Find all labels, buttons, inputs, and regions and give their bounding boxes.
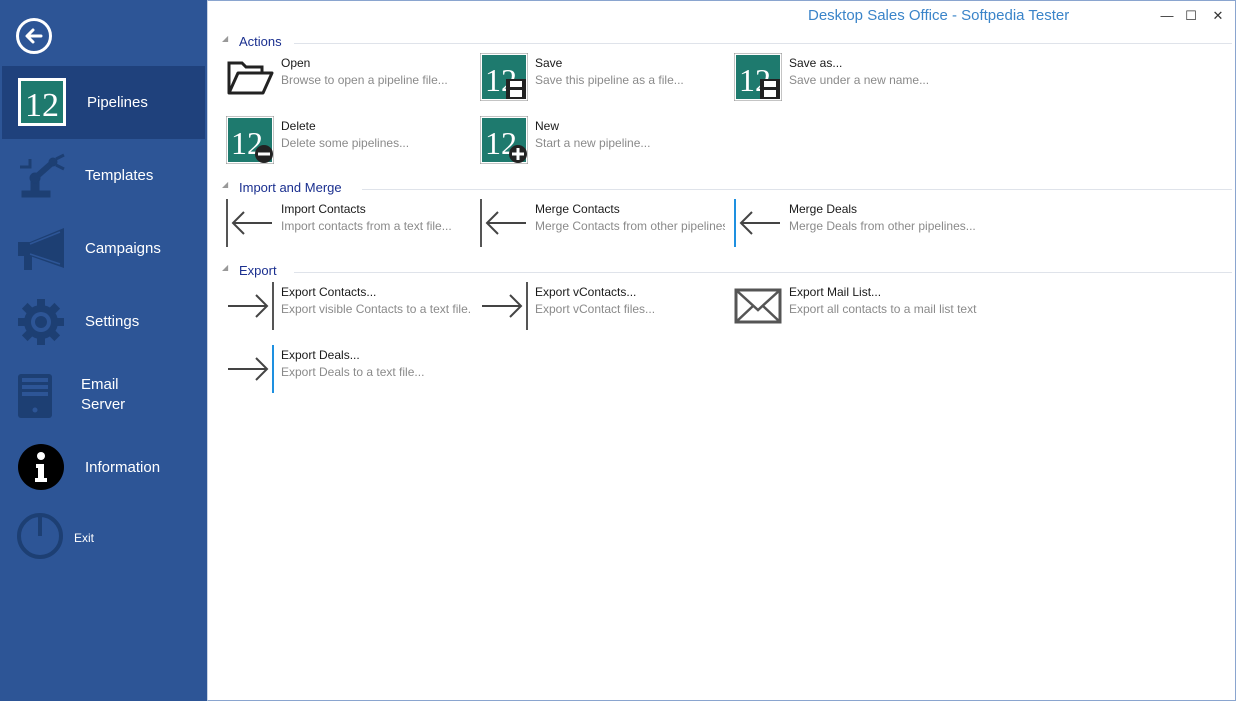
main-panel: Desktop Sales Office - Softpedia Tester … <box>207 0 1236 701</box>
tile-description: Save under a new name... <box>789 73 930 87</box>
tile-description: Export vContact files... <box>535 302 656 316</box>
tile-description: Export all contacts to a mail list text … <box>789 302 979 316</box>
back-button[interactable] <box>16 18 52 54</box>
group-title: Import and Merge <box>239 180 342 195</box>
tile-title: Merge Deals <box>789 202 858 216</box>
tile-import-contacts[interactable]: Import Contacts Import contacts from a t… <box>226 199 476 251</box>
pipeline-delete-icon: 12 <box>226 116 274 164</box>
tile-save[interactable]: 12 Save Save this pipeline as a file... <box>480 53 730 105</box>
group-header-export[interactable]: ◢ Export <box>222 263 1232 281</box>
tile-description: Export visible Contacts to a text file..… <box>281 302 471 316</box>
info-icon <box>18 444 64 490</box>
maximize-button[interactable]: ☐ <box>1182 7 1200 25</box>
tile-title: Delete <box>281 119 316 133</box>
tile-description: Merge Deals from other pipelines... <box>789 219 976 233</box>
robot-arm-icon <box>20 153 65 198</box>
tile-title: Export Mail List... <box>789 285 882 299</box>
power-icon <box>17 513 63 559</box>
divider <box>362 189 1232 190</box>
divider <box>294 43 1232 44</box>
sidebar-item-label: Campaigns <box>85 240 161 257</box>
sidebar-item-settings[interactable]: Settings <box>0 285 207 358</box>
tile-open[interactable]: Open Browse to open a pipeline file... <box>226 53 476 105</box>
tile-export-deals[interactable]: Export Deals... Export Deals to a text f… <box>226 345 476 397</box>
tile-description: Start a new pipeline... <box>535 136 651 150</box>
server-icon <box>18 374 52 418</box>
tile-description: Delete some pipelines... <box>281 136 410 150</box>
pipeline-save-as-icon: 12 <box>734 53 782 101</box>
tile-title: Merge Contacts <box>535 202 620 216</box>
tile-merge-deals[interactable]: Merge Deals Merge Deals from other pipel… <box>734 199 984 251</box>
arrow-left-icon <box>485 211 526 235</box>
tile-description: Import contacts from a text file... <box>281 219 452 233</box>
tile-title: New <box>535 119 560 133</box>
arrow-right-icon <box>228 294 269 318</box>
sidebar-item-label: Information <box>85 459 161 476</box>
tile-export-contacts[interactable]: Export Contacts... Export visible Contac… <box>226 282 476 334</box>
envelope-icon <box>734 288 782 324</box>
collapse-triangle-icon: ◢ <box>222 34 229 43</box>
tile-title: Export Deals... <box>281 348 360 362</box>
folder-open-icon <box>227 61 274 95</box>
sidebar-item-label: Templates <box>85 167 154 184</box>
close-button[interactable]: ✕ <box>1209 7 1227 25</box>
tile-description: Export Deals to a text file... <box>281 365 425 379</box>
tile-merge-contacts[interactable]: Merge Contacts Merge Contacts from other… <box>480 199 730 251</box>
sidebar-item-campaigns[interactable]: Campaigns <box>0 212 207 285</box>
svg-text:12: 12 <box>25 87 59 124</box>
pipeline-save-icon: 12 <box>480 53 528 101</box>
arrow-right-icon <box>228 357 269 381</box>
tile-description: Save this pipeline as a file... <box>535 73 684 87</box>
sidebar-item-label: Email Server <box>81 376 126 413</box>
sidebar-item-email-server[interactable]: Email Server <box>0 358 207 431</box>
divider <box>294 272 1232 273</box>
collapse-triangle-icon: ◢ <box>222 180 229 189</box>
arrow-left-icon <box>231 211 272 235</box>
tile-export-vcontacts[interactable]: Export vContacts... Export vContact file… <box>480 282 730 334</box>
megaphone-icon <box>18 228 64 270</box>
tile-title: Export vContacts... <box>535 285 637 299</box>
gear-icon <box>18 299 64 345</box>
tile-title: Open <box>281 56 311 70</box>
sidebar-item-label: Pipelines <box>87 94 148 111</box>
tile-title: Export Contacts... <box>281 285 377 299</box>
tile-description: Merge Contacts from other pipelines... <box>535 219 725 233</box>
sidebar-item-pipelines[interactable]: 12 Pipelines <box>2 66 205 139</box>
group-header-actions[interactable]: ◢ Actions <box>222 34 1232 52</box>
pipeline-new-icon: 12 <box>480 116 528 164</box>
tile-delete[interactable]: 12 Delete Delete some pipelines... <box>226 116 476 168</box>
group-title: Export <box>239 263 277 278</box>
group-title: Actions <box>239 34 282 49</box>
sidebar-item-information[interactable]: Information <box>0 431 207 504</box>
tile-save-as[interactable]: 12 Save as... Save under a new name... <box>734 53 984 105</box>
tile-description: Browse to open a pipeline file... <box>281 73 448 87</box>
pipeline-12-icon: 12 <box>18 78 66 126</box>
backstage-sidebar: 12 Pipelines Templates Campaigns Setting… <box>0 0 207 701</box>
tile-title: Save as... <box>789 56 843 70</box>
minimize-button[interactable]: — <box>1158 7 1176 25</box>
arrow-right-icon <box>482 294 523 318</box>
window-title: Desktop Sales Office - Softpedia Tester <box>808 7 1070 24</box>
sidebar-item-label: Settings <box>85 313 140 330</box>
arrow-left-icon <box>739 211 780 235</box>
sidebar-item-templates[interactable]: Templates <box>0 139 207 212</box>
group-header-import-merge[interactable]: ◢ Import and Merge <box>222 180 1232 198</box>
collapse-triangle-icon: ◢ <box>222 263 229 272</box>
arrow-left-icon <box>25 28 43 44</box>
tile-title: Import Contacts <box>281 202 366 216</box>
sidebar-item-exit[interactable]: Exit <box>0 504 207 577</box>
tile-new[interactable]: 12 New Start a new pipeline... <box>480 116 730 168</box>
tile-title: Save <box>535 56 563 70</box>
tile-export-mail-list[interactable]: Export Mail List... Export all contacts … <box>734 282 984 334</box>
sidebar-item-label: Exit <box>74 531 95 545</box>
